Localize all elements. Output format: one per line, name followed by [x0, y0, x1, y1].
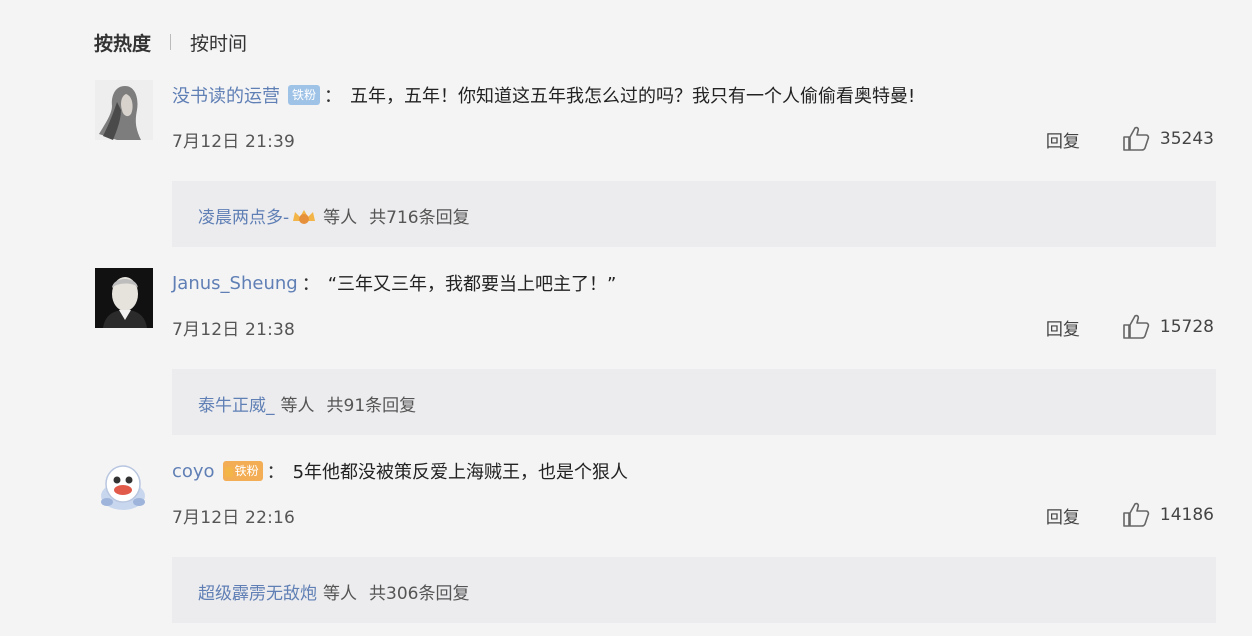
avatar[interactable] — [95, 456, 153, 516]
comment-line: 没书读的运营 铁粉 ： 五年，五年！你知道这五年我怎么过的吗？我只有一个人偷偷看… — [172, 80, 1212, 110]
fan-badge[interactable]: 铁粉 — [288, 85, 321, 105]
comment-username[interactable]: Janus_Sheung — [172, 273, 298, 294]
like-button[interactable]: 15728 — [1122, 314, 1214, 340]
comment-text: “三年又三年，我都要当上吧主了！” — [327, 274, 617, 295]
comment-colon: ： — [324, 86, 343, 107]
reply-tail: 等人 — [280, 396, 315, 416]
like-button[interactable]: 35243 — [1122, 126, 1214, 152]
sort-by-time-tab[interactable]: 按时间 — [190, 29, 247, 56]
comment-meta: 7月12日 22:16 回复 14186 — [172, 502, 1214, 528]
like-count: 14186 — [1159, 505, 1214, 525]
comment-time: 7月12日 21:38 — [172, 319, 296, 340]
like-count: 15728 — [1159, 317, 1214, 337]
like-button[interactable]: 14186 — [1122, 502, 1214, 528]
fan-badge[interactable]: 铁粉 — [222, 461, 263, 481]
thumbs-up-icon — [1123, 126, 1150, 151]
sort-bar: 按热度 按时间 — [94, 28, 247, 56]
comment-text: 5年他都没被策反爱上海贼王，也是个狠人 — [292, 462, 629, 483]
thumbs-up-icon — [1123, 502, 1150, 527]
reply-user-name[interactable]: 超级霹雳无敌炮 — [198, 579, 317, 604]
comment-item: 没书读的运营 铁粉 ： 五年，五年！你知道这五年我怎么过的吗？我只有一个人偷偷看… — [0, 80, 1252, 260]
comment-text: 五年，五年！你知道这五年我怎么过的吗？我只有一个人偷偷看奥特曼! — [350, 86, 916, 107]
crown-icon — [224, 466, 233, 477]
reply-count[interactable]: 共91条回复 — [327, 391, 417, 416]
comment-meta: 7月12日 21:38 回复 15728 — [172, 314, 1214, 340]
comment-item: Janus_Sheung ： “三年又三年，我都要当上吧主了！” 7月12日 2… — [0, 268, 1252, 448]
sort-by-hot-tab[interactable]: 按热度 — [94, 29, 151, 56]
comment-colon: ： — [266, 462, 285, 483]
reply-summary[interactable]: 泰牛正威_ 等人 共91条回复 — [172, 369, 1216, 435]
reply-user-name[interactable]: 凌晨两点多- — [198, 203, 289, 228]
thumbs-up-icon — [1123, 314, 1150, 339]
comment-username[interactable]: 没书读的运营 — [172, 82, 280, 108]
comment-username[interactable]: coyo — [172, 461, 215, 482]
avatar[interactable] — [95, 80, 153, 140]
reply-tail: 等人 — [323, 208, 358, 228]
reply-button[interactable]: 回复 — [1046, 503, 1080, 528]
reply-tail: 等人 — [323, 584, 357, 604]
comment-time: 7月12日 21:39 — [172, 131, 296, 152]
comment-item: coyo 铁粉 ： 5年他都没被策反爱上海贼王，也是个狠人 7月12日 22:1… — [0, 456, 1252, 636]
reply-count[interactable]: 共306条回复 — [369, 579, 469, 604]
reply-button[interactable]: 回复 — [1046, 127, 1080, 152]
fan-badge-label: 铁粉 — [234, 464, 259, 478]
comment-line: coyo 铁粉 ： 5年他都没被策反爱上海贼王，也是个狠人 — [172, 456, 1212, 486]
sort-divider — [170, 34, 172, 50]
reply-count[interactable]: 共716条回复 — [369, 203, 469, 228]
reply-summary[interactable]: 凌晨两点多- 等人 共716条回复 — [172, 181, 1216, 247]
reply-button[interactable]: 回复 — [1046, 315, 1080, 340]
comment-line: Janus_Sheung ： “三年又三年，我都要当上吧主了！” — [172, 268, 1212, 298]
crown-badge-icon — [291, 207, 317, 225]
like-count: 35243 — [1159, 129, 1214, 149]
comment-meta: 7月12日 21:39 回复 35243 — [172, 126, 1214, 152]
comment-time: 7月12日 22:16 — [172, 507, 296, 528]
reply-summary[interactable]: 超级霹雳无敌炮 等人 共306条回复 — [172, 557, 1216, 623]
comment-colon: ： — [301, 274, 320, 295]
reply-user-name[interactable]: 泰牛正威_ — [198, 391, 275, 416]
avatar[interactable] — [95, 268, 153, 328]
